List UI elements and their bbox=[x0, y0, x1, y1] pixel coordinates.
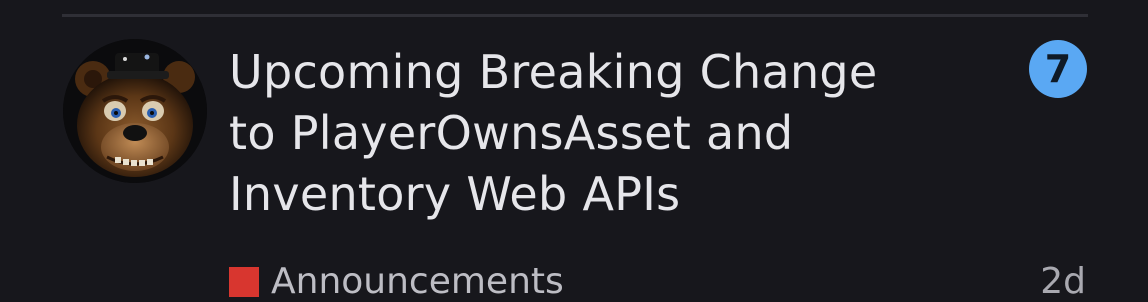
activity-timestamp[interactable]: 2d bbox=[1040, 262, 1086, 302]
topic-list-item[interactable]: Upcoming Breaking Change to PlayerOwnsAs… bbox=[0, 0, 1148, 302]
category-link[interactable]: Announcements bbox=[229, 262, 564, 302]
category-name: Announcements bbox=[271, 261, 564, 302]
topic-title[interactable]: Upcoming Breaking Change to PlayerOwnsAs… bbox=[229, 42, 929, 225]
bear-avatar-icon bbox=[63, 39, 207, 183]
category-color-swatch bbox=[229, 267, 259, 297]
divider bbox=[62, 14, 1088, 17]
user-avatar[interactable] bbox=[63, 39, 207, 183]
reply-count-badge[interactable]: 7 bbox=[1029, 40, 1087, 98]
